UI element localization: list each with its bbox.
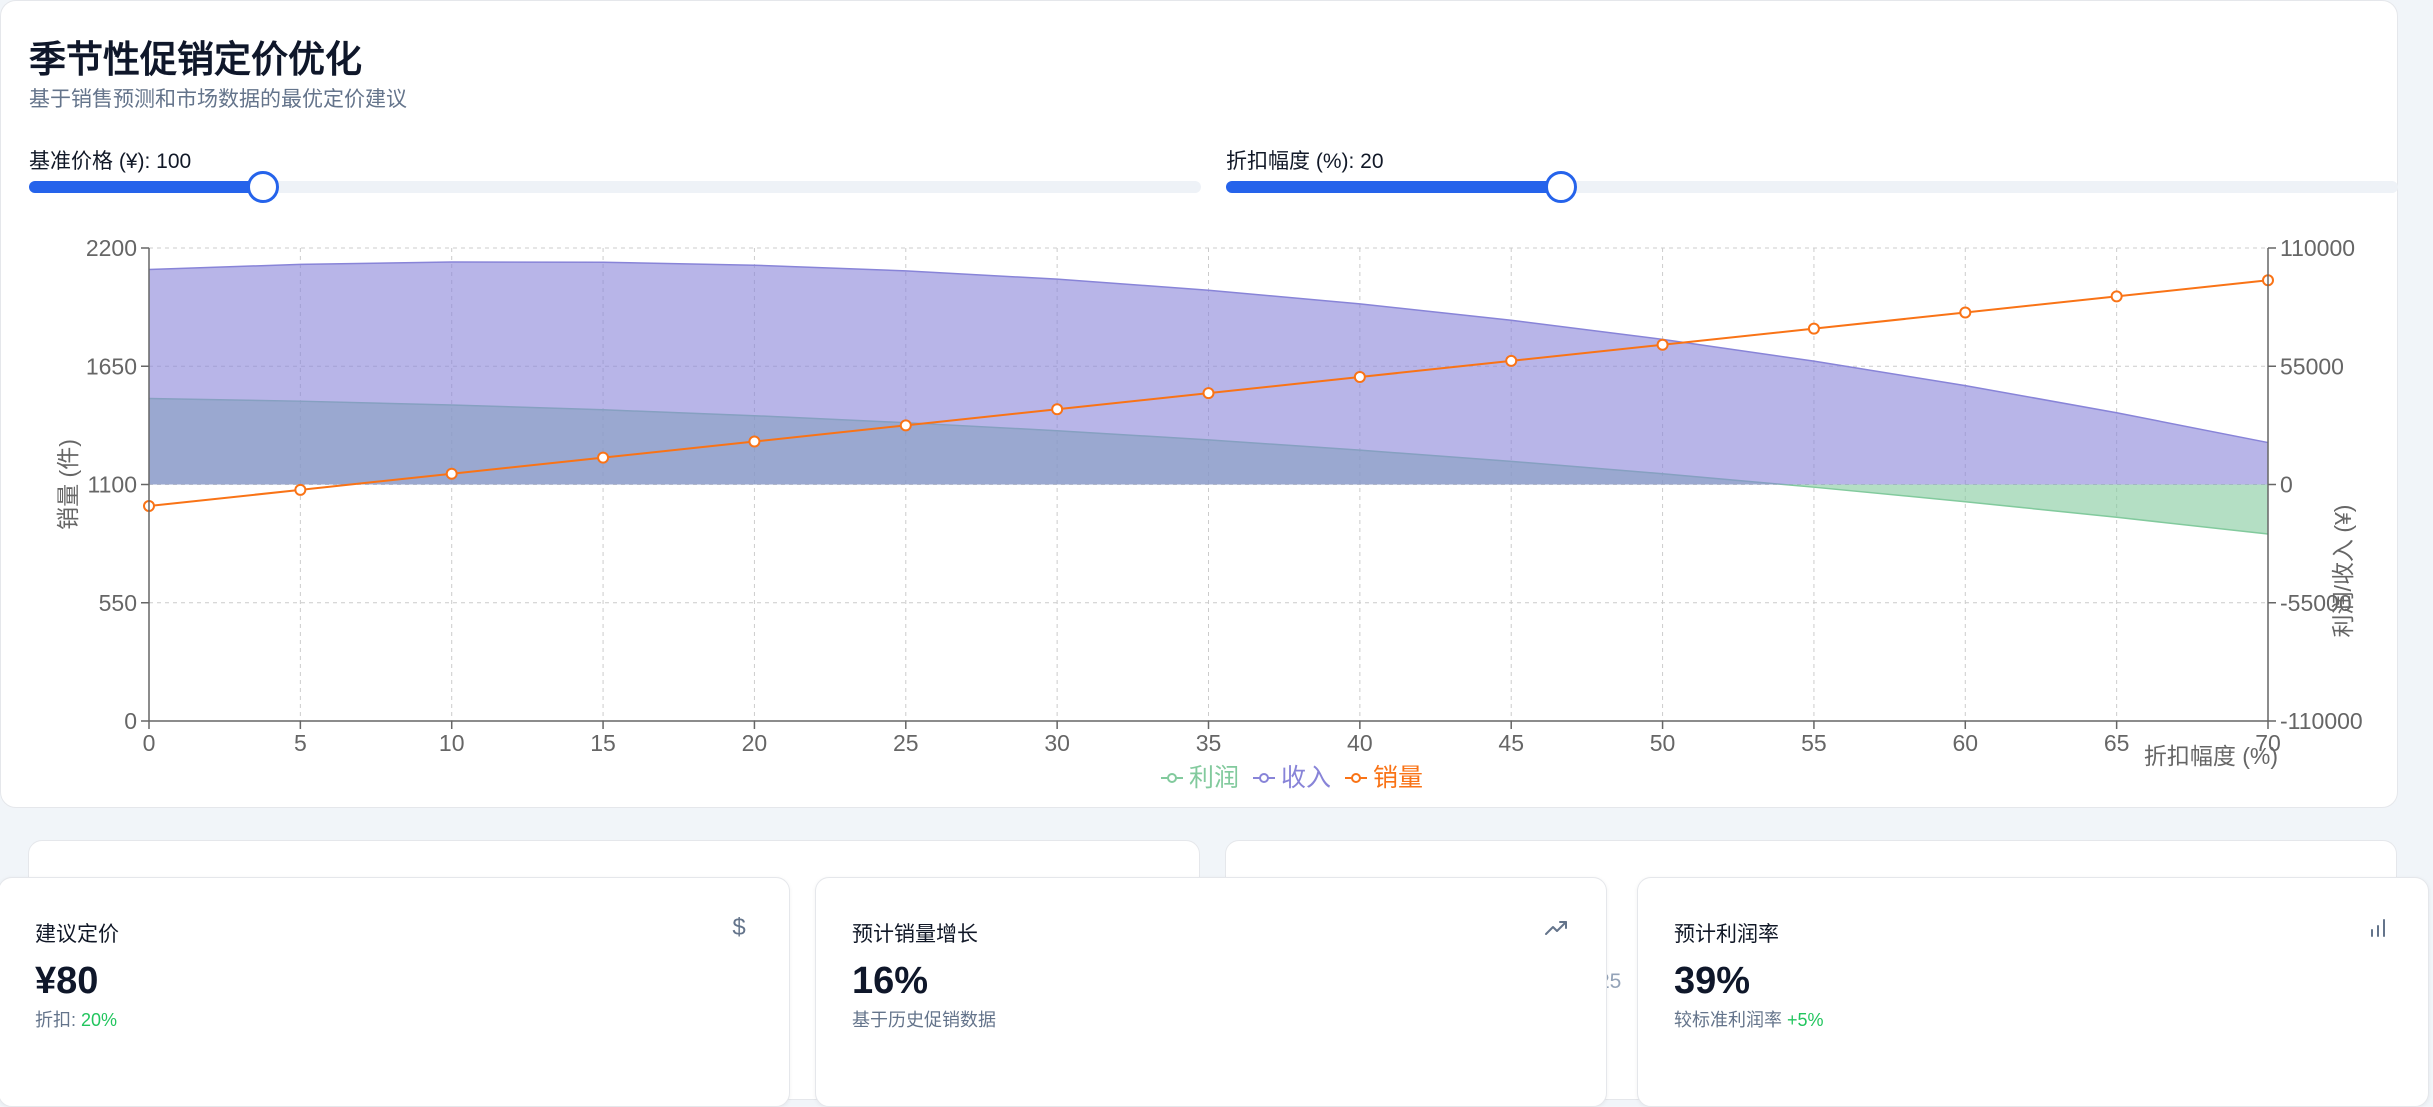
legend-marker: [1259, 773, 1269, 783]
x-axis-label: 折扣幅度 (%): [2144, 743, 2278, 769]
point-销量: [1051, 403, 1064, 416]
stat-subtext: 基于历史促销数据: [852, 1006, 996, 1032]
y-tick-label-left: 550: [99, 590, 137, 616]
y-tick-label-right: 55000: [2280, 353, 2344, 379]
legend-item-label: 销量: [1373, 764, 1423, 792]
x-tick-label: 50: [1650, 730, 1676, 756]
stat-title: 预计利润率: [1674, 923, 1779, 946]
base-price-label: 基准价格 (¥): 100: [29, 150, 192, 173]
stat-subtext: 较标准利润率 +5%: [1674, 1006, 1824, 1032]
point-销量: [748, 435, 761, 448]
base-price-slider-group: 基准价格 (¥): 100: [29, 145, 1201, 203]
x-tick-label: 15: [590, 730, 616, 756]
trending-up-icon: [1544, 916, 1568, 940]
stat-value: ¥80: [35, 960, 99, 1002]
page-subtitle: 基于销售预测和市场数据的最优定价建议: [29, 88, 407, 111]
x-tick-label: 65: [2104, 730, 2130, 756]
stat-title: 预计销量增长: [852, 923, 978, 946]
base-price-slider-fill: [29, 181, 264, 193]
point-销量: [1353, 371, 1366, 383]
stat-title: 建议定价: [35, 923, 119, 946]
stat-sub-prefix: 较标准利润率: [1674, 1010, 1788, 1030]
y-axis-label-right: 利润/收入 (¥): [2330, 505, 2356, 638]
stat-card-sales-growth: 预计销量增长 16% 基于历史促销数据: [815, 877, 1607, 1107]
base-price-slider[interactable]: [29, 171, 1201, 203]
x-tick-label: 40: [1347, 730, 1373, 756]
page-title: 季节性促销定价优化: [29, 39, 362, 80]
x-tick-label: 10: [439, 730, 465, 756]
point-销量: [1807, 322, 1820, 335]
x-tick-label: 0: [143, 730, 156, 756]
y-tick-label-left: 1650: [86, 353, 137, 379]
stat-value: 39%: [1674, 960, 1751, 1002]
discount-slider-fill: [1226, 181, 1561, 193]
stat-sub-highlight: 20%: [81, 1010, 118, 1030]
area-收入: [149, 261, 2268, 485]
stat-sub-prefix: 基于历史促销数据: [852, 1010, 996, 1030]
stat-sub-highlight: +5%: [1787, 1010, 1824, 1030]
stat-subtext: 折扣: 20%: [35, 1006, 117, 1032]
x-tick-label: 60: [1952, 730, 1978, 756]
point-销量: [597, 451, 610, 464]
optimization-panel: 季节性促销定价优化 基于销售预测和市场数据的最优定价建议 基准价格 (¥): 1…: [0, 0, 2398, 808]
x-tick-label: 5: [294, 730, 307, 756]
dollar-icon: $: [732, 914, 746, 941]
y-tick-label-left: 2200: [86, 235, 137, 261]
point-销量: [294, 483, 307, 496]
bar-chart-icon: [2366, 916, 2390, 940]
stat-card-suggested-price: 建议定价 $ ¥80 折扣: 20%: [0, 877, 790, 1107]
base-price-slider-thumb[interactable]: [247, 171, 280, 203]
legend-item-label: 收入: [1281, 764, 1331, 792]
point-销量: [445, 467, 458, 480]
legend-marker: [1351, 773, 1361, 783]
x-tick-label: 20: [742, 730, 768, 756]
point-销量: [2110, 290, 2123, 303]
discount-slider-group: 折扣幅度 (%): 20: [1226, 145, 2398, 203]
discount-slider[interactable]: [1226, 171, 2398, 203]
y-tick-label-right: 110000: [2280, 235, 2355, 261]
point-销量: [1656, 338, 1669, 351]
point-销量: [1202, 387, 1215, 400]
y-tick-label-right: -110000: [2280, 708, 2363, 734]
x-tick-label: 35: [1196, 730, 1222, 756]
point-销量: [1959, 306, 1972, 319]
stat-sub-prefix: 折扣:: [35, 1010, 82, 1030]
x-tick-label: 55: [1801, 730, 1827, 756]
y-tick-label-left: 1100: [88, 472, 137, 498]
point-销量: [899, 419, 912, 432]
point-销量: [1505, 354, 1518, 367]
y-tick-label-right: 0: [2280, 472, 2293, 498]
stat-card-profit-margin: 预计利润率 39% 较标准利润率 +5%: [1637, 877, 2429, 1107]
stat-value: 16%: [852, 960, 929, 1002]
y-tick-label-left: 0: [124, 708, 137, 734]
x-tick-label: 30: [1044, 730, 1070, 756]
pricing-chart: 0550110016502200-110000-5500005500011000…: [55, 235, 2363, 792]
x-tick-label: 25: [893, 730, 919, 756]
x-tick-label: 45: [1498, 730, 1524, 756]
legend-item-label: 利润: [1189, 764, 1239, 792]
y-axis-label-left: 销量 (件): [55, 439, 81, 530]
discount-label: 折扣幅度 (%): 20: [1226, 150, 1384, 173]
discount-slider-thumb[interactable]: [1544, 171, 1577, 203]
legend-marker: [1167, 773, 1177, 783]
